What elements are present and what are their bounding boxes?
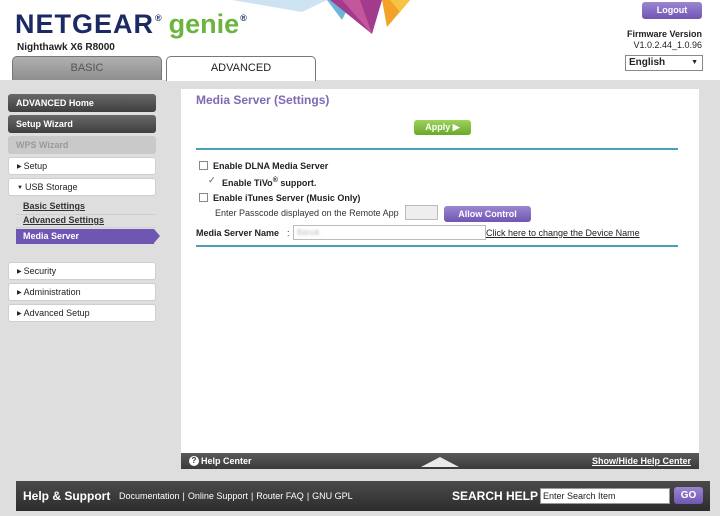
- expand-arrow-icon: ▶: [17, 290, 22, 296]
- footer: Help & Support Documentation | Online Supp…: [16, 481, 710, 511]
- logo-registered-mark: ®: [155, 13, 163, 23]
- logo-genie-text: genie: [168, 9, 240, 39]
- page-title: Media Server (Settings): [196, 93, 330, 107]
- link-separator: |: [250, 491, 254, 501]
- enable-tivo-checkbox[interactable]: [208, 175, 217, 187]
- gnu-gpl-link[interactable]: GNU GPL: [312, 491, 353, 501]
- enable-dlna-row: Enable DLNA Media Server: [199, 161, 328, 171]
- search-go-button[interactable]: GO: [674, 487, 703, 504]
- language-selected-value: English: [629, 57, 666, 68]
- sidebar-item-security[interactable]: ▶ Security: [8, 262, 156, 280]
- media-server-name-value: Banuk: [297, 228, 320, 237]
- enable-itunes-checkbox[interactable]: [199, 193, 208, 202]
- help-center-label[interactable]: Help Center: [201, 455, 252, 467]
- media-server-name-label: Media Server Name: [196, 228, 280, 238]
- apply-button[interactable]: Apply ▶: [414, 120, 471, 135]
- expand-arrow-icon: ▶: [17, 311, 22, 317]
- show-hide-help-center-link[interactable]: Show/Hide Help Center: [592, 455, 691, 467]
- tab-advanced[interactable]: ADVANCED: [166, 56, 316, 81]
- divider-top: [196, 148, 678, 150]
- firmware-version-label: Firmware Version: [626, 29, 702, 39]
- footer-title: Help & Support: [23, 489, 111, 503]
- online-support-link[interactable]: Online Support: [188, 491, 248, 501]
- passcode-input[interactable]: [405, 205, 438, 220]
- enable-tivo-label-suffix: support.: [277, 178, 317, 188]
- change-device-name-link[interactable]: Click here to change the Device Name: [486, 228, 640, 238]
- tab-basic[interactable]: BASIC: [12, 56, 162, 80]
- firmware-version-value: V1.0.2.44_1.0.96: [633, 40, 702, 50]
- link-separator: |: [182, 491, 185, 501]
- header: NETGEAR® genie® Nighthawk X6 R8000 BASIC …: [0, 0, 720, 81]
- link-separator: |: [306, 491, 310, 501]
- language-select[interactable]: English ▼: [625, 55, 703, 71]
- sidebar-item-label: Administration: [23, 287, 81, 297]
- help-center-bar: ? Help Center Show/Hide Help Center: [181, 453, 699, 469]
- main-content-panel: Media Server (Settings) Apply ▶ Enable D…: [181, 89, 699, 453]
- expand-arrow-icon: ▶: [17, 269, 22, 275]
- enable-itunes-row: Enable iTunes Server (Music Only): [199, 193, 360, 203]
- sidebar-item-advanced-setup[interactable]: ▶ Advanced Setup: [8, 304, 156, 322]
- decorative-triangles-graphic: [232, 0, 410, 34]
- netgear-genie-logo: NETGEAR® genie®: [15, 9, 247, 40]
- router-faq-link[interactable]: Router FAQ: [256, 491, 304, 501]
- enable-itunes-label: Enable iTunes Server (Music Only): [213, 193, 361, 203]
- router-admin-page: NETGEAR® genie® Nighthawk X6 R8000 BASIC …: [0, 0, 720, 516]
- chevron-down-icon: ▼: [691, 59, 698, 66]
- enable-tivo-label: Enable TiVo: [222, 178, 273, 188]
- media-server-name-input[interactable]: Banuk: [293, 225, 486, 240]
- documentation-link[interactable]: Documentation: [119, 491, 180, 501]
- enable-tivo-row: Enable TiVo® support.: [208, 175, 317, 188]
- enable-dlna-label: Enable DLNA Media Server: [213, 161, 329, 171]
- logo-netgear-text: NETGEAR: [15, 9, 155, 39]
- divider-bottom: [196, 245, 678, 247]
- media-server-name-colon: :: [287, 228, 290, 238]
- router-model: Nighthawk X6 R8000: [17, 42, 115, 53]
- search-help-input[interactable]: Enter Search Item: [540, 488, 670, 504]
- sidebar-item-label: Security: [23, 266, 57, 276]
- passcode-label: Enter Passcode displayed on the Remote A…: [215, 208, 399, 218]
- enable-dlna-checkbox[interactable]: [199, 161, 208, 170]
- footer-links: Documentation | Online Support | Router FAQ |…: [119, 491, 353, 501]
- sidebar-item-label: Advanced Setup: [23, 308, 90, 318]
- sidebar-item-administration[interactable]: ▶ Administration: [8, 283, 156, 301]
- expand-up-icon[interactable]: [421, 457, 459, 467]
- allow-control-button[interactable]: Allow Control: [444, 206, 531, 222]
- sidebar-nav-lower: ▶ Security ▶ Administration ▶ Advanced Setu…: [0, 80, 180, 470]
- help-question-icon: ?: [189, 456, 199, 466]
- logout-button[interactable]: Logout: [642, 2, 702, 19]
- search-help-label: SEARCH HELP: [452, 489, 539, 503]
- logo-genie-registered-mark: ®: [240, 13, 247, 23]
